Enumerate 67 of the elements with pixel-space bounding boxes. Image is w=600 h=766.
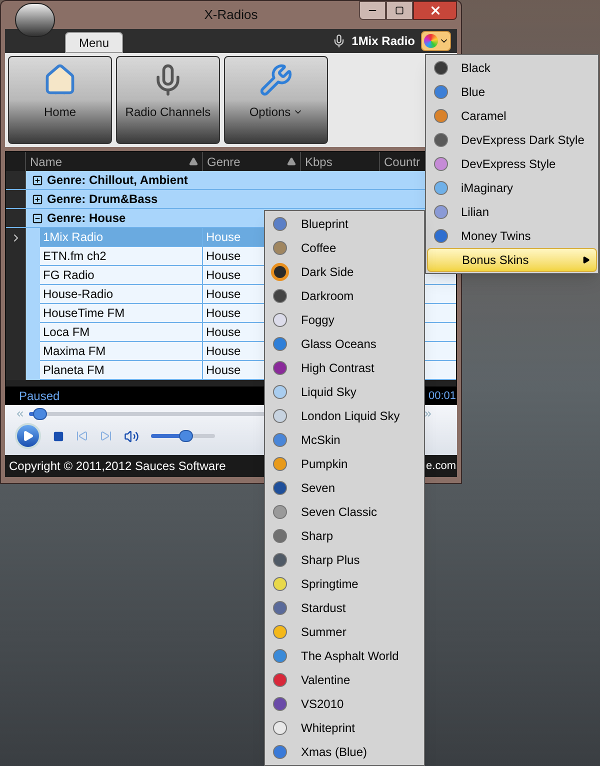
table-cell: FG Radio	[40, 266, 203, 284]
menu-item[interactable]: Springtime	[265, 572, 424, 596]
table-cell: 1Mix Radio	[40, 228, 203, 246]
menu-item[interactable]: Summer	[265, 620, 424, 644]
menu-item[interactable]: VS2010	[265, 692, 424, 716]
menu-item[interactable]: Seven	[265, 476, 424, 500]
menu-item[interactable]: McSkin	[265, 428, 424, 452]
slider-thumb[interactable]	[32, 408, 47, 420]
submenu-arrow-icon	[582, 256, 590, 264]
slider-thumb[interactable]	[179, 430, 193, 442]
playback-time: 00:01	[428, 388, 456, 404]
ribbon-button[interactable]: Options	[224, 56, 328, 144]
group-label: Genre: House	[47, 210, 126, 227]
copyright-text: Copyright © 2011,2012 Sauces Software	[9, 458, 226, 475]
table-cell: HouseTime FM	[40, 304, 203, 322]
playback-status: Paused	[19, 388, 60, 405]
table-cell: ETN.fm ch2	[40, 247, 203, 265]
menu-item[interactable]: The Asphalt World	[265, 644, 424, 668]
menu-item[interactable]: Liquid Sky	[265, 380, 424, 404]
menu-item[interactable]: Sharp	[265, 524, 424, 548]
ribbon-button[interactable]: Home	[8, 56, 112, 144]
close-button[interactable]	[413, 1, 457, 20]
table-cell: Maxima FM	[40, 342, 203, 360]
indent-cell	[26, 361, 40, 380]
menu-item[interactable]: Valentine	[265, 668, 424, 692]
table-cell: Planeta FM	[40, 361, 203, 379]
website-link[interactable]: e.com	[426, 458, 456, 474]
collapse-icon[interactable]	[32, 212, 43, 224]
sort-arrow-icon	[287, 157, 296, 166]
group-label: Genre: Chillout, Ambient	[47, 172, 188, 189]
minimize-button[interactable]	[359, 1, 386, 20]
play-button[interactable]	[15, 423, 41, 449]
close-icon	[428, 4, 442, 17]
menu-item[interactable]: Stardust	[265, 596, 424, 620]
table-cell: House-Radio	[40, 285, 203, 303]
group-label: Genre: Drum&Bass	[47, 191, 158, 208]
skin-picker-button[interactable]	[421, 31, 451, 51]
menu-item[interactable]: Sharp Plus	[265, 548, 424, 572]
menu-item[interactable]: Xmas (Blue)	[265, 740, 424, 764]
ribbon-button[interactable]: Radio Channels	[116, 56, 220, 144]
ribbon-tab[interactable]: Menu	[65, 32, 124, 53]
stop-icon[interactable]	[53, 430, 64, 442]
play-icon	[22, 430, 34, 442]
maximize-icon	[395, 6, 404, 15]
microphone-icon	[332, 34, 346, 48]
expand-icon[interactable]	[32, 174, 43, 186]
menu-item[interactable]: Pumpkin	[265, 452, 424, 476]
window-title: X-Radios	[204, 6, 258, 24]
menu-item[interactable]: London Liquid Sky	[265, 404, 424, 428]
menu-item[interactable]: Bonus Skins	[427, 248, 597, 272]
menu-item[interactable]: Seven Classic	[265, 500, 424, 524]
fast-forward-icon[interactable]	[423, 409, 433, 419]
now-playing-station: 1Mix Radio	[352, 33, 415, 50]
menu-item[interactable]: Blue	[427, 80, 597, 104]
wrench-icon	[259, 63, 293, 97]
expand-icon[interactable]	[32, 194, 43, 204]
maximize-button[interactable]	[386, 1, 413, 20]
menu-item[interactable]: Caramel	[427, 104, 597, 128]
menu-item[interactable]: Whiteprint	[265, 716, 424, 740]
color-wheel-icon	[424, 34, 438, 48]
table-cell: Loca FM	[40, 323, 203, 341]
house-icon	[43, 63, 77, 97]
menu-item[interactable]: DevExpress Dark Style	[427, 128, 597, 152]
indent-cell	[26, 228, 40, 247]
sort-arrow-icon	[189, 157, 198, 166]
volume-icon[interactable]	[124, 428, 139, 444]
menu-item[interactable]: Black	[427, 56, 597, 80]
